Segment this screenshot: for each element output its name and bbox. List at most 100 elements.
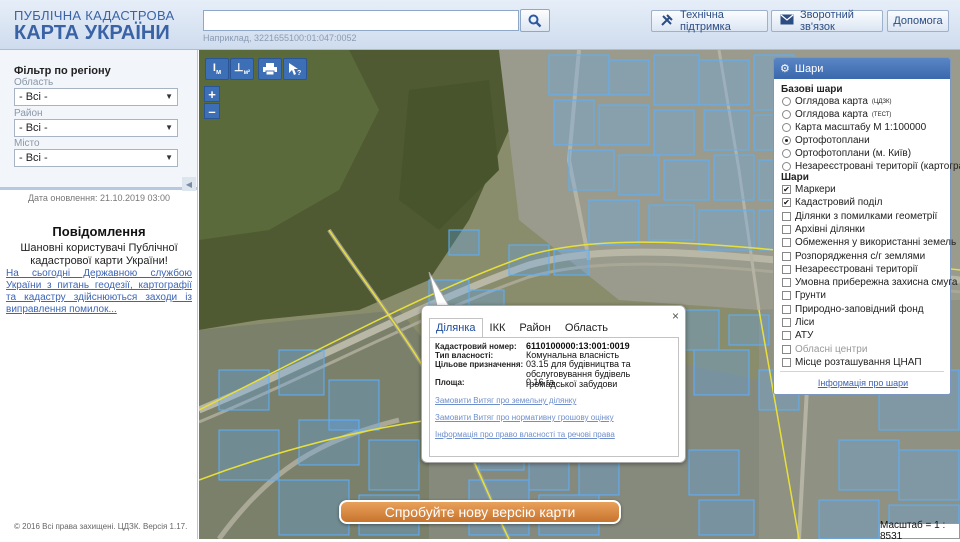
base-layer-option[interactable]: Оглядова карта (ТЕСТ) xyxy=(782,109,891,120)
measure-area-button[interactable]: ⊥м² xyxy=(230,58,254,80)
tab-parcel[interactable]: Ділянка xyxy=(429,318,483,338)
checkbox[interactable] xyxy=(782,318,791,327)
site-logo[interactable]: ПУБЛІЧНА КАДАСТРОВА КАРТА УКРАЇНИ xyxy=(14,9,174,43)
layer-toggle[interactable]: ✔ Маркери xyxy=(782,184,836,195)
search-hint: Наприклад, 3221655100:01:047:0052 xyxy=(203,33,357,43)
layer-toggle[interactable]: Грунти xyxy=(782,290,826,301)
layers-panel: ⚙ Шари Базові шари Оглядова карта (ЦДЗК) О… xyxy=(773,57,960,395)
base-layer-option[interactable]: Карта масштабу М 1:100000 xyxy=(782,122,926,133)
ownership-info-link[interactable]: Інформація про право власності та речові… xyxy=(435,430,615,439)
layer-toggle[interactable]: Природно-заповідний фонд xyxy=(782,304,924,315)
order-parcel-extract-link[interactable]: Замовити Витяг про земельну ділянку xyxy=(435,396,576,405)
base-layer-label: Оглядова карта xyxy=(795,109,868,120)
layer-label: Архівні ділянки xyxy=(795,223,865,235)
order-valuation-extract-link[interactable]: Замовити Витяг про нормативну грошову оц… xyxy=(435,413,614,422)
checkbox[interactable] xyxy=(782,291,791,301)
city-label: Місто xyxy=(14,138,40,149)
checkbox[interactable]: ✔ xyxy=(782,185,791,194)
parcel-info-popup: × Ділянка ІКК Район Область Кадастровий … xyxy=(421,305,686,463)
layer-toggle[interactable]: Ділянки з помилками геометрії xyxy=(782,211,937,222)
feedback-label: Зворотний зв'язок xyxy=(800,9,854,33)
checkbox[interactable] xyxy=(782,224,791,234)
city-select-value: - Всі - xyxy=(19,152,48,164)
try-new-version-button[interactable]: Спробуйте нову версію карти xyxy=(339,500,621,524)
base-layer-option[interactable]: Оглядова карта (ЦДЗК) xyxy=(782,96,892,107)
layer-label: Маркери xyxy=(795,184,836,195)
chevron-down-icon: ▼ xyxy=(165,92,173,101)
base-layer-option[interactable]: Ортофотоплани (м. Київ) xyxy=(782,148,911,159)
raion-select[interactable]: - Всі - ▼ xyxy=(14,119,178,137)
collapse-sidebar-button[interactable]: ◀ xyxy=(182,177,196,191)
radio-button[interactable] xyxy=(782,97,791,106)
checkbox[interactable] xyxy=(782,331,791,341)
help-button[interactable]: Допомога xyxy=(887,10,949,32)
base-layer-label: Ортофотоплани xyxy=(795,135,870,146)
divider xyxy=(780,371,944,372)
layers-info-link[interactable]: Інформація про шари xyxy=(774,378,952,388)
layer-toggle[interactable]: Обмеження у використанні земель xyxy=(782,237,956,248)
region-filter-panel: Фільтр по регіону Область - Всі - ▼ Райо… xyxy=(0,50,197,191)
layer-toggle[interactable]: Розпорядження с/г землями xyxy=(782,251,925,262)
radio-button[interactable] xyxy=(782,162,791,171)
layer-toggle[interactable]: Архівні ділянки xyxy=(782,224,865,235)
base-layer-option[interactable]: Ортофотоплани xyxy=(782,135,870,146)
tools-icon xyxy=(660,13,674,30)
layer-label: Природно-заповідний фонд xyxy=(795,303,924,315)
base-layer-option[interactable]: Незареєстровані території (картограма) xyxy=(782,161,960,172)
cadastral-search-input[interactable] xyxy=(203,10,519,31)
field-label-cadastral-number: Кадастровий номер: xyxy=(435,342,517,351)
tech-support-button[interactable]: Технічна підтримка xyxy=(651,9,768,33)
layer-label: Кадастровий поділ xyxy=(795,197,883,209)
checkbox[interactable] xyxy=(782,304,791,314)
checkbox[interactable] xyxy=(782,264,791,274)
city-select[interactable]: - Всі - ▼ xyxy=(14,149,178,167)
layer-toggle[interactable]: АТУ xyxy=(782,330,813,341)
field-label-purpose: Цільове призначення: xyxy=(435,360,524,369)
layer-toggle[interactable]: ✔ Кадастровий поділ xyxy=(782,197,882,208)
print-button[interactable] xyxy=(258,58,282,80)
checkbox[interactable] xyxy=(782,211,791,221)
measure-length-button[interactable]: Iм xyxy=(205,58,229,80)
tab-raion[interactable]: Район xyxy=(512,318,557,338)
base-layer-label: Незареєстровані території (картограма) xyxy=(795,161,960,172)
layer-label: Грунти xyxy=(795,290,826,302)
checkbox[interactable] xyxy=(782,238,791,248)
tab-ikk[interactable]: ІКК xyxy=(483,318,513,338)
header: ПУБЛІЧНА КАДАСТРОВА КАРТА УКРАЇНИ Наприк… xyxy=(0,0,960,50)
layer-toggle[interactable]: Ліси xyxy=(782,317,814,328)
radio-button[interactable] xyxy=(782,149,791,158)
update-date: Дата оновлення: 21.10.2019 03:00 xyxy=(27,193,171,203)
chevron-down-icon: ▼ xyxy=(165,123,173,132)
news-link[interactable]: На сьогодні Державною службою України з … xyxy=(6,268,192,316)
printer-icon xyxy=(263,63,277,75)
search-button[interactable] xyxy=(520,9,550,32)
layer-toggle[interactable]: Місце розташування ЦНАП xyxy=(782,357,922,368)
radio-button[interactable] xyxy=(782,123,791,132)
radio-button[interactable] xyxy=(782,110,791,119)
tech-support-label: Технічна підтримка xyxy=(680,9,731,33)
oblast-select-value: - Всі - xyxy=(19,91,48,103)
base-layer-source: (ЦДЗК) xyxy=(871,98,892,105)
checkbox[interactable]: ✔ xyxy=(782,198,791,208)
cursor-help-icon: ? xyxy=(289,63,301,76)
checkbox[interactable] xyxy=(782,357,791,367)
search-icon xyxy=(528,14,542,27)
tab-oblast[interactable]: Область xyxy=(558,318,615,338)
chevron-down-icon: ▼ xyxy=(165,153,173,162)
checkbox[interactable] xyxy=(782,251,791,261)
feedback-button[interactable]: Зворотний зв'язок xyxy=(771,9,883,33)
layers-header[interactable]: ⚙ Шари xyxy=(774,58,950,79)
radio-button[interactable] xyxy=(782,136,791,145)
oblast-select[interactable]: - Всі - ▼ xyxy=(14,88,178,106)
zoom-in-button-ctrl[interactable]: + xyxy=(204,86,220,102)
zoom-out-button-ctrl[interactable]: – xyxy=(204,103,220,119)
layer-label: Місце розташування ЦНАП xyxy=(795,356,922,368)
checkbox[interactable] xyxy=(782,278,791,288)
close-icon[interactable]: × xyxy=(672,309,679,323)
layer-toggle[interactable]: Умовна прибережна захисна смуга xyxy=(782,277,957,288)
layer-toggle[interactable]: Незареєстровані території xyxy=(782,264,918,275)
ruler-line-icon: Iм xyxy=(212,61,222,77)
layer-label: АТУ xyxy=(795,330,814,342)
identify-button[interactable]: ? xyxy=(283,58,307,80)
raion-select-value: - Всі - xyxy=(19,122,48,134)
